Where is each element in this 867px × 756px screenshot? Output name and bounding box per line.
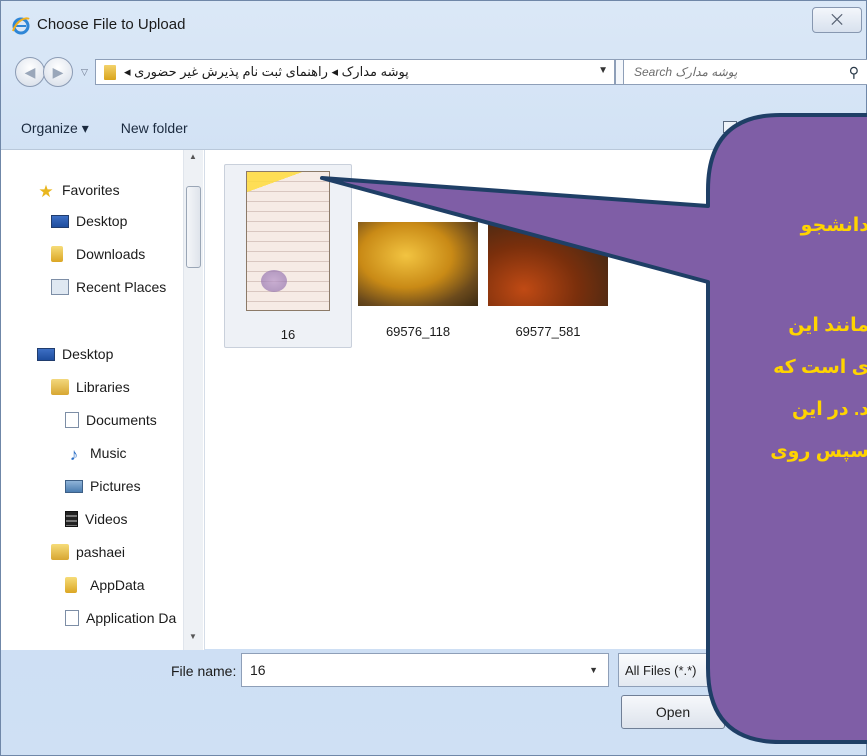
callout-line: ی است که bbox=[773, 357, 867, 378]
callout-line: د. در این bbox=[791, 399, 867, 420]
callout-line: مانند این bbox=[788, 315, 867, 336]
callout-line: سپس روی bbox=[770, 441, 867, 462]
callout-bubble bbox=[320, 113, 867, 744]
callout-title: دانشجو bbox=[800, 215, 867, 236]
